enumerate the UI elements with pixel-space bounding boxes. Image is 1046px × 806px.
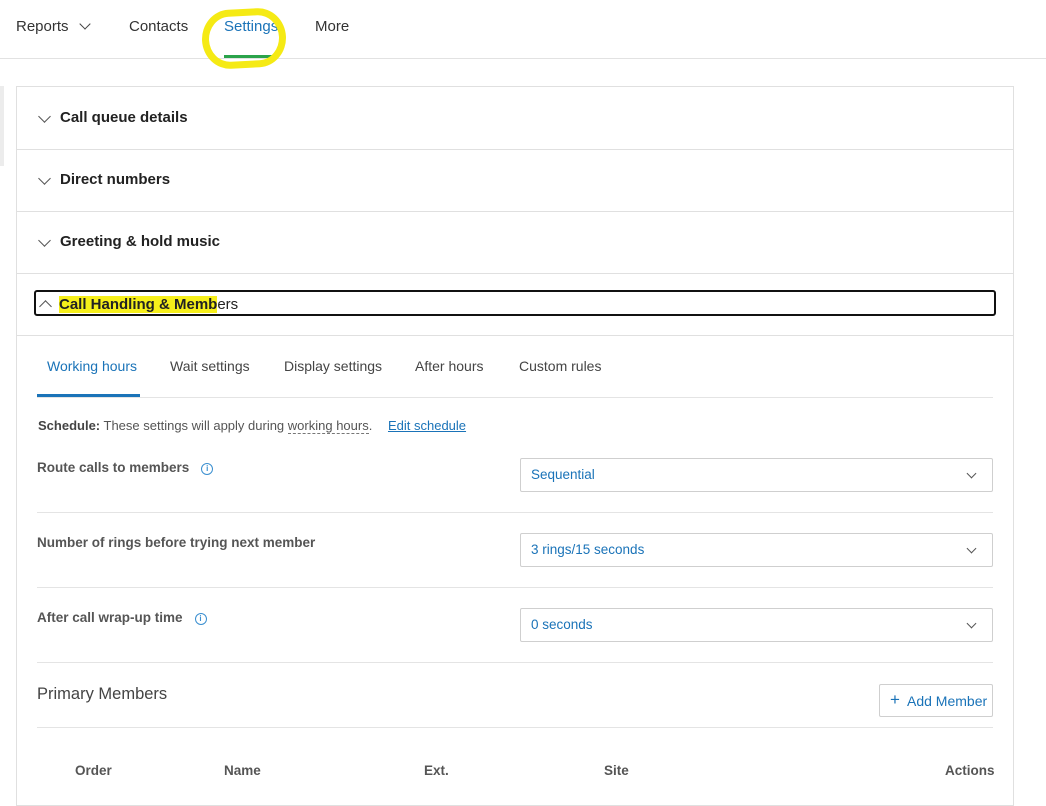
nav-reports-label: Reports [16,18,69,35]
nav-reports[interactable]: Reports [16,18,91,36]
chevron-down-icon [966,618,977,629]
divider [37,727,993,728]
add-member-button[interactable]: + Add Member [879,684,993,717]
section-title-rest: ers [217,296,239,313]
column-header-order[interactable]: Order [75,763,112,778]
chevron-down-icon [78,18,91,30]
select-value: 3 rings/15 seconds [531,542,645,557]
rings-label: Number of rings before trying next membe… [37,535,316,550]
schedule-label: Schedule: [38,418,101,433]
section-call-handling-members[interactable]: Call Handling & Members [17,273,1013,336]
nav-settings[interactable]: Settings [224,18,278,36]
edit-schedule-link[interactable]: Edit schedule [388,418,466,433]
wrap-up-label-text: After call wrap-up time [37,610,183,625]
tab-wait-settings[interactable]: Wait settings [170,358,250,374]
tab-working-hours[interactable]: Working hours [47,358,137,374]
plus-icon: + [890,690,900,709]
add-member-label: Add Member [907,693,988,709]
chevron-down-icon [38,172,51,185]
schedule-period: . [368,418,373,433]
active-tab-indicator [224,55,275,58]
settings-panel: Call queue details Direct numbers Greeti… [16,86,1014,806]
section-greeting-hold-music[interactable]: Greeting & hold music [17,211,1013,274]
section-title: Greeting & hold music [60,233,221,250]
schedule-info: Schedule: These settings will apply duri… [38,418,466,434]
section-title: Call queue details [60,109,188,126]
route-calls-label-text: Route calls to members [37,460,190,475]
column-header-name[interactable]: Name [224,763,261,778]
column-header-actions: Actions [945,763,995,778]
section-direct-numbers[interactable]: Direct numbers [17,149,1013,212]
route-calls-select[interactable]: Sequential [520,458,993,492]
info-icon[interactable]: i [194,613,207,625]
nav-more[interactable]: More [315,18,349,36]
tab-custom-rules[interactable]: Custom rules [519,358,601,374]
schedule-text: These settings will apply during [103,418,285,433]
column-header-ext[interactable]: Ext. [424,763,449,778]
wrap-up-label: After call wrap-up time i [37,610,207,626]
tab-display-settings[interactable]: Display settings [284,358,382,374]
top-navigation: Reports Contacts Settings More [0,0,1046,71]
chevron-down-icon [38,234,51,247]
chevron-down-icon [38,110,51,123]
chevron-down-icon [966,468,977,479]
rings-select[interactable]: 3 rings/15 seconds [520,533,993,567]
divider [37,587,993,588]
nav-contacts[interactable]: Contacts [129,18,188,36]
select-value: 0 seconds [531,617,593,632]
call-handling-tabs: Working hours Wait settings Display sett… [37,337,993,398]
working-hours-term[interactable]: working hours [287,418,369,434]
column-header-site[interactable]: Site [604,763,629,778]
primary-members-title: Primary Members [37,685,168,703]
active-tab-underline [37,394,140,397]
route-calls-label: Route calls to members i [37,460,214,476]
divider [37,512,993,513]
select-value: Sequential [531,467,595,482]
section-title: Direct numbers [60,171,171,188]
tab-after-hours[interactable]: After hours [415,358,483,374]
section-title: Call Handling & Members [59,296,238,313]
chevron-down-icon [966,543,977,554]
highlight-marker: Call Handling & Memb [59,296,218,313]
divider [37,662,993,663]
left-edge-panel [0,86,4,166]
highlight-annotation-circle [200,6,288,71]
info-icon[interactable]: i [201,463,214,475]
wrap-up-select[interactable]: 0 seconds [520,608,993,642]
section-call-queue-details[interactable]: Call queue details [17,87,1013,150]
